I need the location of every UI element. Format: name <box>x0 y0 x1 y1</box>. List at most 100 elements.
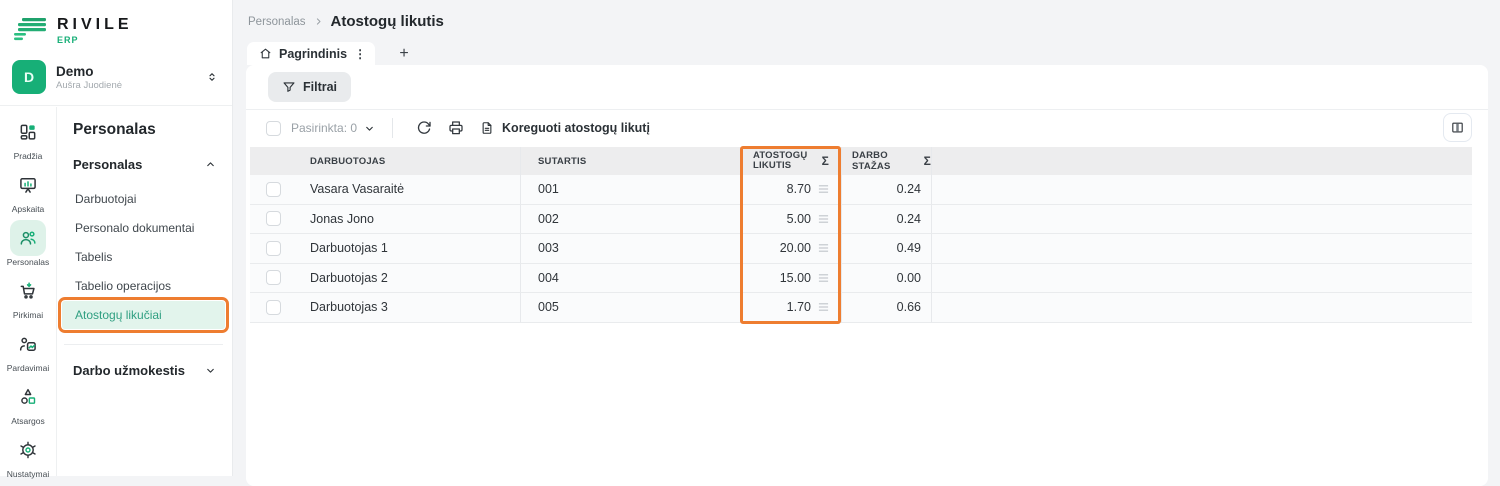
contract-cell: 002 <box>520 205 742 235</box>
main-area: Personalas Atostogų likutis Pagrindinis … <box>234 0 1500 476</box>
contract-cell: 004 <box>520 264 742 294</box>
rail-item-nustatymai[interactable]: Nustatymai <box>7 432 50 479</box>
table-row-cell <box>250 293 294 323</box>
sidebar: RIVILE ERP D Demo Aušra Juodienė <box>0 0 233 476</box>
employee-cell: Darbuotojas 1 <box>294 234 520 264</box>
rail-label: Pirkimai <box>13 310 43 320</box>
row-checkbox[interactable] <box>266 241 281 256</box>
print-icon[interactable] <box>440 120 472 136</box>
tab-strip: Pagrindinis ⋮ + <box>247 42 419 65</box>
column-header-atostogu-likutis[interactable]: ATOSTOGŲ LIKUTIS Σ <box>742 147 841 175</box>
row-checkbox[interactable] <box>266 182 281 197</box>
chevron-up-icon <box>205 159 216 170</box>
sum-icon[interactable]: Σ <box>924 154 931 168</box>
column-header-darbuotojas[interactable]: DARBUOTOJAS <box>294 147 520 175</box>
brand-sub: ERP <box>57 35 133 45</box>
menu-section-label: Darbo užmokestis <box>73 363 185 378</box>
rail-item-pardavimai[interactable]: Pardavimai <box>7 326 50 373</box>
chevron-down-icon <box>205 365 216 376</box>
toolbar: Pasirinkta: 0 <box>246 110 1488 146</box>
employees-table: DARBUOTOJAS SUTARTIS ATOSTOGŲ LIKUTIS Σ … <box>250 147 1472 323</box>
filler-cell <box>931 234 1472 264</box>
funnel-icon <box>282 80 296 94</box>
menu-divider <box>64 344 223 345</box>
selected-count-label: Pasirinkta: 0 <box>291 121 357 135</box>
document-icon <box>480 121 494 135</box>
column-settings-button[interactable] <box>1443 113 1472 142</box>
filler-cell <box>931 293 1472 323</box>
page-title: Atostogų likutis <box>331 13 444 30</box>
tab-pagrindinis[interactable]: Pagrindinis ⋮ <box>247 42 375 65</box>
rail-label: Apskaita <box>12 204 45 214</box>
columns-icon <box>1450 120 1465 135</box>
tab-label: Pagrindinis <box>279 47 347 61</box>
row-menu-icon[interactable] <box>818 243 829 253</box>
rail-item-atsargos[interactable]: Atsargos <box>10 379 46 426</box>
vacation-balance-cell[interactable]: 8.70 <box>742 175 841 205</box>
table-row-cell <box>250 234 294 264</box>
select-all-checkbox[interactable] <box>266 121 281 136</box>
employee-cell: Jonas Jono <box>294 205 520 235</box>
chevron-right-icon <box>314 17 323 26</box>
sidebar-item-tabelis[interactable]: Tabelis <box>62 243 225 271</box>
breadcrumb-parent[interactable]: Personalas <box>248 16 306 28</box>
rail-item-pirkimai[interactable]: Pirkimai <box>10 273 46 320</box>
sum-icon[interactable]: Σ <box>822 156 829 167</box>
shapes-icon <box>10 379 46 415</box>
rail-label: Pardavimai <box>7 363 50 373</box>
analytics-board-icon <box>10 167 46 203</box>
vacation-balance-cell[interactable]: 15.00 <box>742 264 841 294</box>
filler-cell <box>931 264 1472 294</box>
sidebar-item-darbuotojai[interactable]: Darbuotojai <box>62 185 225 213</box>
column-header-sutartis[interactable]: SUTARTIS <box>520 147 742 175</box>
rail-item-apskaita[interactable]: Apskaita <box>10 167 46 214</box>
rail-label: Pradžia <box>14 151 43 161</box>
filters-label: Filtrai <box>303 80 337 94</box>
adjust-balance-label: Koreguoti atostogų likutį <box>502 121 650 135</box>
sidebar-item-tabelio-operacijos[interactable]: Tabelio operacijos <box>62 272 225 300</box>
people-icon <box>10 220 46 256</box>
contract-cell: 005 <box>520 293 742 323</box>
refresh-icon[interactable] <box>408 120 440 136</box>
rail-item-personalas[interactable]: Personalas <box>7 220 50 267</box>
row-menu-icon[interactable] <box>818 273 829 283</box>
row-checkbox[interactable] <box>266 300 281 315</box>
sidebar-menu: Personalas Personalas Darbuotojai Person… <box>57 107 232 476</box>
column-header-darbo-stazas[interactable]: DARBO STAŽAS Σ <box>841 147 931 175</box>
menu-section-darbo-uzmokestis[interactable]: Darbo užmokestis <box>62 361 225 379</box>
account-selector[interactable]: D Demo Aušra Juodienė <box>12 58 224 96</box>
chevron-down-icon[interactable] <box>364 123 375 134</box>
menu-section-label: Personalas <box>73 157 142 172</box>
tenure-cell: 0.24 <box>841 175 931 205</box>
adjust-balance-button[interactable]: Koreguoti atostogų likutį <box>480 121 650 135</box>
rail-item-pradzia[interactable]: Pradžia <box>10 114 46 161</box>
account-company: Demo <box>56 64 122 79</box>
filters-button[interactable]: Filtrai <box>268 72 351 102</box>
add-tab-button[interactable]: + <box>389 42 419 65</box>
sidebar-item-atostogu-likuciai[interactable]: Atostogų likučiai <box>62 301 225 329</box>
account-user: Aušra Juodienė <box>56 80 122 91</box>
contract-cell: 003 <box>520 234 742 264</box>
row-menu-icon[interactable] <box>818 302 829 312</box>
unfold-chevron-icon[interactable] <box>206 70 218 84</box>
rail-label: Nustatymai <box>7 469 50 479</box>
row-checkbox[interactable] <box>266 270 281 285</box>
menu-section-personalas[interactable]: Personalas <box>62 155 225 173</box>
app-logo: RIVILE ERP <box>14 16 133 45</box>
row-menu-icon[interactable] <box>818 184 829 194</box>
header-checkbox-cell <box>250 147 294 175</box>
breadcrumb: Personalas Atostogų likutis <box>248 13 444 30</box>
toolbar-divider <box>392 118 393 138</box>
vacation-balance-cell[interactable]: 1.70 <box>742 293 841 323</box>
gear-icon <box>10 432 46 468</box>
row-checkbox[interactable] <box>266 211 281 226</box>
tenure-cell: 0.00 <box>841 264 931 294</box>
sidebar-title: Personalas <box>62 121 225 139</box>
vacation-balance-cell[interactable]: 5.00 <box>742 205 841 235</box>
rail-label: Atsargos <box>11 416 45 426</box>
sidebar-item-personalo-dokumentai[interactable]: Personalo dokumentai <box>62 214 225 242</box>
vacation-balance-cell[interactable]: 20.00 <box>742 234 841 264</box>
kebab-menu-icon[interactable]: ⋮ <box>354 47 366 61</box>
table-row-cell <box>250 175 294 205</box>
row-menu-icon[interactable] <box>818 214 829 224</box>
